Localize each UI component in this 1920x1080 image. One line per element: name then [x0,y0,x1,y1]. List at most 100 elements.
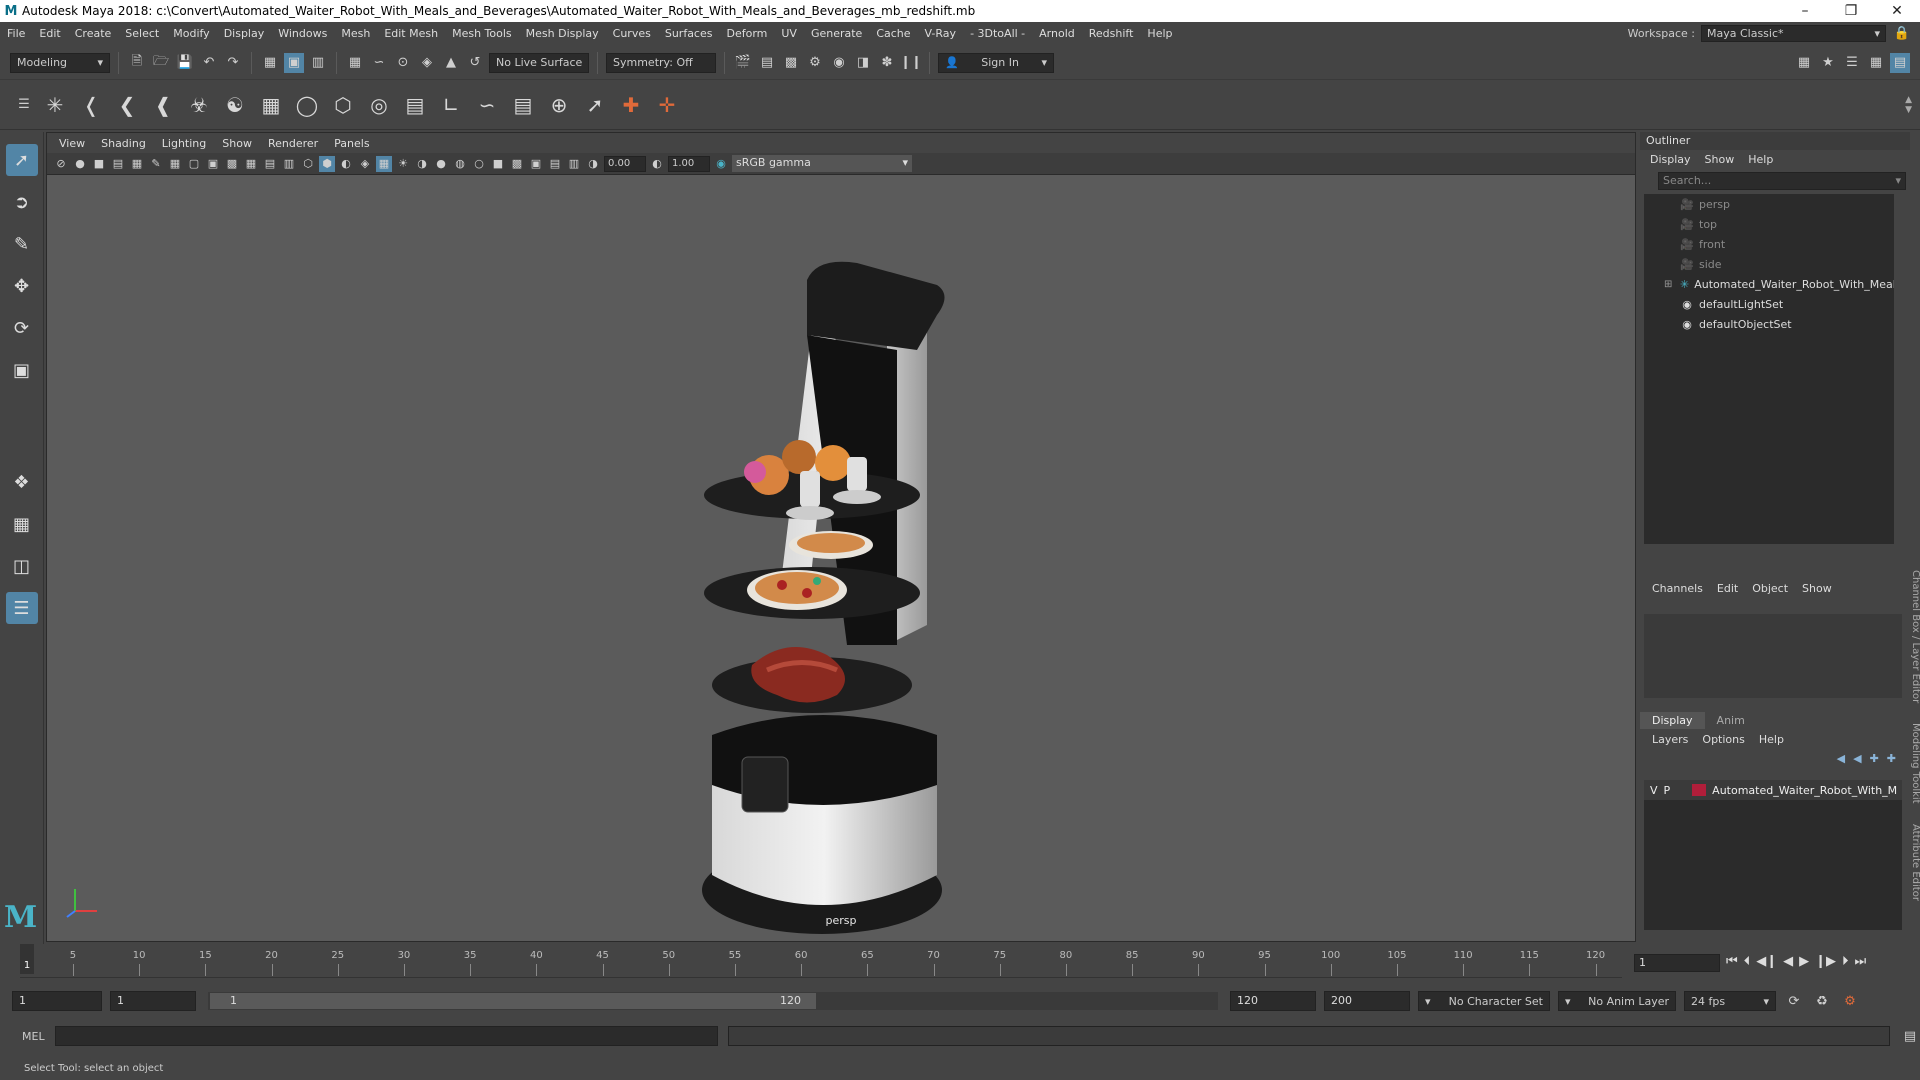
shelf-scroll-icon[interactable]: ▲ ▼ [1905,95,1920,115]
snap-grid-icon[interactable]: ▦ [345,53,365,73]
channel-box-icon[interactable]: ▤ [1890,52,1910,73]
cube-icon[interactable]: ⬡ [328,90,358,120]
side-tab-modeling-toolkit[interactable]: Modeling Toolkit [1910,723,1920,804]
viewport-menu-view[interactable]: View [59,137,85,150]
fps-select[interactable]: 24 fps ▾ [1684,991,1776,1011]
menu-generate[interactable]: Generate [804,27,869,40]
anim-layer-select[interactable]: ▾ No Anim Layer [1558,991,1676,1011]
sphere-icon[interactable]: ◯ [292,90,322,120]
channel-menu-show[interactable]: Show [1802,582,1832,595]
time-slider-track[interactable]: 5 10 15 20 25 30 35 40 45 50 55 60 65 70 75 80 85 90 95 100… [20,948,1622,978]
viewport-menu-lighting[interactable]: Lighting [162,137,206,150]
menu-mesh-tools[interactable]: Mesh Tools [445,27,519,40]
menu-modify[interactable]: Modify [166,27,216,40]
image-plane-icon[interactable]: ▤ [110,156,126,172]
grease-pencil-icon[interactable]: ✎ [148,156,164,172]
outliner-node-top[interactable]: 🎥 top [1644,214,1894,234]
select-tool-icon[interactable]: ➚ [5,144,38,176]
loop-icon[interactable]: ⟳ [1784,991,1804,1011]
outliner-node-front[interactable]: 🎥 front [1644,234,1894,254]
hypershade-icon[interactable]: ◉ [829,53,849,73]
paint-select-icon[interactable]: ✎ [6,228,38,260]
render-settings-icon[interactable]: ⚙ [805,53,825,73]
undo-icon[interactable]: ↶ [199,53,219,73]
motion-blur-icon[interactable]: ◍ [452,156,468,172]
xray-icon[interactable]: ▣ [528,156,544,172]
outliner-menu-help[interactable]: Help [1748,153,1773,166]
menu-windows[interactable]: Windows [271,27,334,40]
xray-joints-icon[interactable]: ▤ [547,156,563,172]
two-d-pan-icon[interactable]: ▦ [129,156,145,172]
menu-file[interactable]: File [0,27,32,40]
animation-start-field[interactable]: 1 [12,991,102,1011]
move-tool-icon[interactable]: ✥ [6,270,38,302]
select-object-icon[interactable]: ▣ [284,52,304,73]
exposure-icon[interactable]: ◑ [585,156,601,172]
open-scene-icon[interactable]: 🗁 [151,53,171,73]
menu-display[interactable]: Display [217,27,272,40]
current-frame-marker[interactable]: 1 [20,944,34,974]
four-view-icon[interactable]: ▦ [6,508,38,540]
bookmark-icon[interactable]: ■ [91,156,107,172]
go-to-start-icon[interactable]: ⏮ [1726,954,1738,969]
viewport-menu-panels[interactable]: Panels [334,137,369,150]
go-to-end-icon[interactable]: ⏭ [1854,954,1866,969]
two-view-icon[interactable]: ◫ [6,550,38,582]
menu-cache[interactable]: Cache [869,27,917,40]
menu-mesh[interactable]: Mesh [334,27,377,40]
tab-anim[interactable]: Anim [1705,712,1757,729]
layer-row[interactable]: V P Automated_Waiter_Robot_With_M [1644,780,1902,800]
layer-playback-toggle[interactable]: P [1664,784,1671,797]
single-perspective-icon[interactable]: ❖ [6,466,38,498]
field-chart-icon[interactable]: ▦ [243,156,259,172]
select-component-icon[interactable]: ▥ [308,53,328,73]
quad-draw-icon[interactable]: ▦ [256,90,286,120]
outliner-node-robot-group[interactable]: ⊞ ✳ Automated_Waiter_Robot_With_Meals_a [1644,274,1894,294]
textured-icon[interactable]: ▦ [376,155,392,172]
save-scene-icon[interactable]: 💾 [175,53,195,73]
layer-menu-help[interactable]: Help [1759,733,1784,746]
current-frame-field[interactable]: 1 [1634,954,1720,972]
channel-menu-channels[interactable]: Channels [1652,582,1703,595]
maximize-button[interactable]: ❐ [1828,3,1874,19]
bevel-icon[interactable]: ❰ [148,90,178,120]
live-surface-field[interactable]: No Live Surface [489,52,589,73]
color-space-select[interactable]: sRGB gamma ▾ [732,155,912,172]
menu-select[interactable]: Select [118,27,166,40]
shelf-menu-icon[interactable]: ☰ [14,95,34,115]
range-bar[interactable]: 1 120 [208,992,1218,1010]
sign-in-button[interactable]: 👤 Sign In ▾ [938,52,1054,73]
menu-curves[interactable]: Curves [606,27,658,40]
depth-of-field-icon[interactable]: ■ [490,156,506,172]
menu-mesh-display[interactable]: Mesh Display [519,27,606,40]
isolate-select-icon[interactable]: ▩ [509,156,525,172]
resolution-gate-icon[interactable]: ▣ [205,156,221,172]
new-scene-icon[interactable]: 🗎 [127,53,147,73]
character-set-select[interactable]: ▾ No Character Set [1418,991,1550,1011]
ipr-render-icon[interactable]: ▩ [781,53,801,73]
side-tab-channel-box[interactable]: Channel Box / Layer Editor [1910,570,1920,703]
step-forward-frame-icon[interactable]: ❙▶ [1815,954,1836,969]
minimize-button[interactable]: – [1782,3,1828,19]
render-view-icon[interactable]: ▤ [757,53,777,73]
anim-prefs-icon[interactable]: ⚙ [1840,991,1860,1011]
move-layer-up-icon[interactable]: ◀ [1837,752,1845,765]
menu-create[interactable]: Create [68,27,119,40]
menu-surfaces[interactable]: Surfaces [658,27,720,40]
snap-live-icon[interactable]: ↺ [465,53,485,73]
range-handle[interactable] [210,993,816,1009]
outliner-layout-icon[interactable]: ☰ [5,592,38,624]
lasso-tool-icon[interactable]: ➲ [6,186,38,218]
step-forward-key-icon[interactable]: ⏵ [1842,954,1849,969]
layer-menu-layers[interactable]: Layers [1652,733,1688,746]
menu-help[interactable]: Help [1140,27,1179,40]
outliner-node-side[interactable]: 🎥 side [1644,254,1894,274]
outliner-search-input[interactable]: Search... ▾ [1658,172,1906,190]
channel-menu-object[interactable]: Object [1752,582,1788,595]
modeling-toolkit-icon[interactable]: ▦ [1794,53,1814,73]
merge-icon[interactable]: ▤ [508,90,538,120]
character-controls-icon[interactable]: ★ [1818,53,1838,73]
wireframe-on-shaded-icon[interactable]: ◈ [357,156,373,172]
joint-tool-icon[interactable]: ☣ [184,90,214,120]
viewport-menu-show[interactable]: Show [222,137,252,150]
